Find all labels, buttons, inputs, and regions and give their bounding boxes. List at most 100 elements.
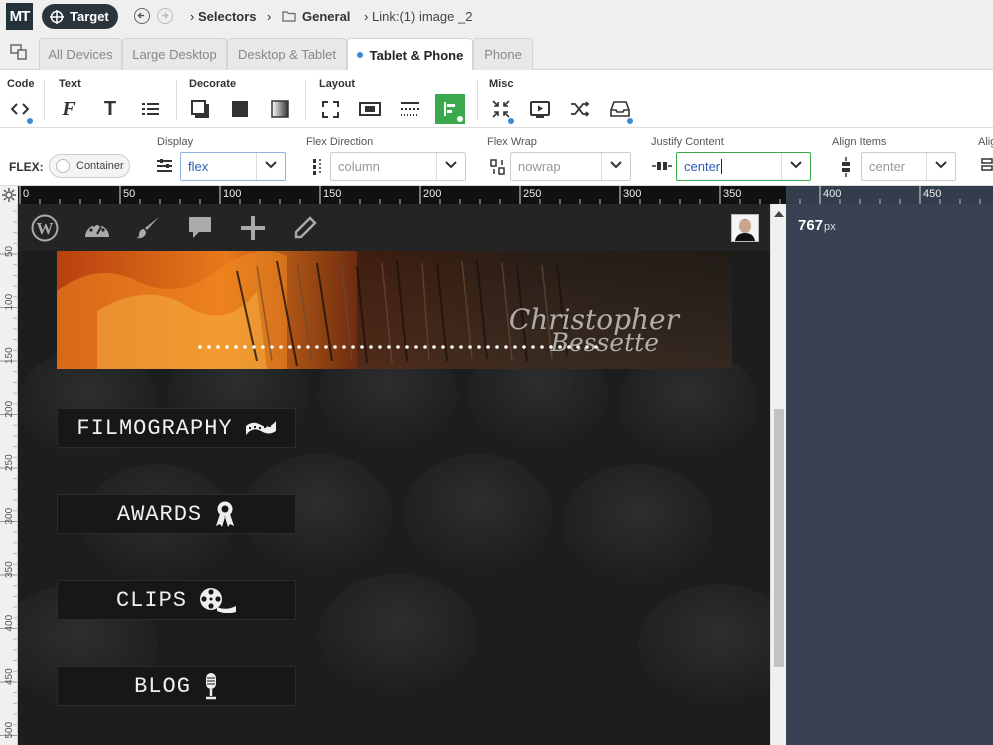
- edit-pencil-icon[interactable]: [290, 213, 320, 243]
- borders-icon[interactable]: [397, 96, 423, 122]
- flex-properties-bar: FLEX: Container Display flex Flex Direct…: [0, 128, 993, 186]
- active-dot: [356, 52, 363, 58]
- ruler-label: 200: [4, 400, 15, 417]
- header-banner-image[interactable]: Christopher Bessette: [57, 251, 732, 369]
- flex-wrap-select[interactable]: nowrap: [510, 152, 631, 181]
- app-logo[interactable]: MT: [6, 3, 33, 30]
- background-color-icon[interactable]: [227, 96, 253, 122]
- banner-dot: [333, 345, 337, 349]
- banner-dot: [315, 345, 319, 349]
- display-select[interactable]: flex: [180, 152, 286, 181]
- banner-dot: [306, 345, 310, 349]
- ruler-label: 0: [23, 188, 29, 200]
- ruler-label: 150: [4, 347, 15, 364]
- group-label-text: Text: [59, 78, 81, 90]
- ruler-settings-gear-icon[interactable]: [0, 186, 18, 204]
- shuffle-icon[interactable]: [567, 96, 593, 122]
- flex-direction-select[interactable]: column: [330, 152, 466, 181]
- chevron-down-icon: [610, 161, 622, 169]
- text-icon[interactable]: T: [97, 96, 123, 122]
- breadcrumb-general[interactable]: General: [302, 9, 350, 24]
- align-items-label: Align Items: [832, 136, 887, 148]
- tab-tablet-phone[interactable]: Tablet & Phone: [347, 38, 473, 71]
- tab-phone[interactable]: Phone: [473, 38, 533, 70]
- canvas-scrollbar[interactable]: [770, 204, 786, 745]
- target-label: Target: [70, 9, 109, 24]
- spacing-icon[interactable]: [357, 96, 383, 122]
- dashboard-icon[interactable]: [82, 213, 112, 243]
- viewport-width-panel: 767px: [786, 204, 993, 745]
- direction-column-icon: [312, 158, 322, 176]
- fullsize-icon[interactable]: [317, 96, 343, 122]
- responsive-devices-icon[interactable]: [10, 44, 28, 60]
- display-icon: [156, 158, 173, 174]
- banner-dot: [495, 345, 499, 349]
- font-icon[interactable]: F: [56, 96, 82, 122]
- banner-dot: [486, 345, 490, 349]
- nav-clips-button[interactable]: CLIPS: [57, 580, 296, 620]
- breadcrumb-link[interactable]: Link:(1) image _2: [372, 9, 472, 24]
- banner-dot: [216, 345, 220, 349]
- divider: [601, 153, 602, 180]
- banner-dot: [387, 345, 391, 349]
- nav-blog-button[interactable]: BLOG: [57, 666, 296, 706]
- align-content-icon: [981, 157, 993, 177]
- award-ribbon-icon: [214, 500, 236, 528]
- shadow-icon[interactable]: [187, 96, 213, 122]
- breadcrumb-selectors[interactable]: Selectors: [198, 9, 257, 24]
- back-arrow-icon[interactable]: [134, 8, 150, 24]
- banner-dot: [540, 345, 544, 349]
- nav-filmography-button[interactable]: FILMOGRAPHY: [57, 408, 296, 448]
- align-items-select[interactable]: center: [861, 152, 956, 181]
- wordpress-icon[interactable]: W: [30, 213, 60, 243]
- ruler-label: 500: [4, 721, 15, 738]
- banner-dot: [549, 345, 553, 349]
- scroll-up-arrow-icon[interactable]: [774, 210, 784, 217]
- ruler-label: 300: [4, 507, 15, 524]
- tab-large-desktop[interactable]: Large Desktop: [122, 38, 227, 70]
- wrap-icon: [490, 158, 506, 176]
- chevron-right-icon: ›: [190, 9, 195, 24]
- inbox-icon[interactable]: [607, 96, 633, 124]
- banner-dot: [585, 345, 589, 349]
- chevron-down-icon: [265, 161, 277, 169]
- ruler-label: 400: [823, 188, 841, 200]
- badge-dot: [27, 118, 33, 124]
- comments-icon[interactable]: [185, 213, 215, 243]
- tab-all-devices[interactable]: All Devices: [39, 38, 122, 70]
- list-icon[interactable]: [137, 96, 163, 122]
- customize-brush-icon[interactable]: [133, 213, 163, 243]
- divider: [436, 153, 437, 180]
- banner-dot: [279, 345, 283, 349]
- forward-arrow-icon[interactable]: [157, 8, 173, 24]
- chevron-down-icon: [935, 161, 947, 169]
- gradient-icon[interactable]: [267, 96, 293, 122]
- divider: [781, 153, 782, 180]
- animation-play-icon[interactable]: [527, 96, 553, 122]
- nav-awards-button[interactable]: AWARDS: [57, 494, 296, 534]
- banner-dot: [477, 345, 481, 349]
- tab-desktop-tablet[interactable]: Desktop & Tablet: [227, 38, 347, 70]
- viewport-width-readout: 767px: [798, 217, 836, 234]
- banner-dot: [270, 345, 274, 349]
- scroll-thumb[interactable]: [774, 409, 784, 667]
- ruler-label: 200: [423, 188, 441, 200]
- avatar[interactable]: [731, 214, 759, 242]
- ruler-label: 350: [4, 561, 15, 578]
- banner-dot: [261, 345, 265, 349]
- divider: [477, 80, 478, 120]
- ruler-label: 100: [4, 293, 15, 310]
- page-preview-canvas[interactable]: W Christopher Bessette FILMOGRAPHY AWARD…: [18, 204, 770, 745]
- ruler-label: 250: [523, 188, 541, 200]
- compress-icon[interactable]: [488, 96, 514, 124]
- banner-dot: [513, 345, 517, 349]
- justify-content-select[interactable]: center: [676, 152, 811, 181]
- code-icon[interactable]: [7, 96, 33, 124]
- target-button[interactable]: Target: [42, 4, 118, 29]
- banner-dot: [369, 345, 373, 349]
- flexbox-layout-icon[interactable]: [435, 94, 465, 124]
- container-toggle[interactable]: Container: [49, 154, 130, 178]
- toggle-knob: [56, 159, 70, 173]
- ruler-overflow-shade: [786, 186, 993, 204]
- add-new-plus-icon[interactable]: [238, 213, 268, 243]
